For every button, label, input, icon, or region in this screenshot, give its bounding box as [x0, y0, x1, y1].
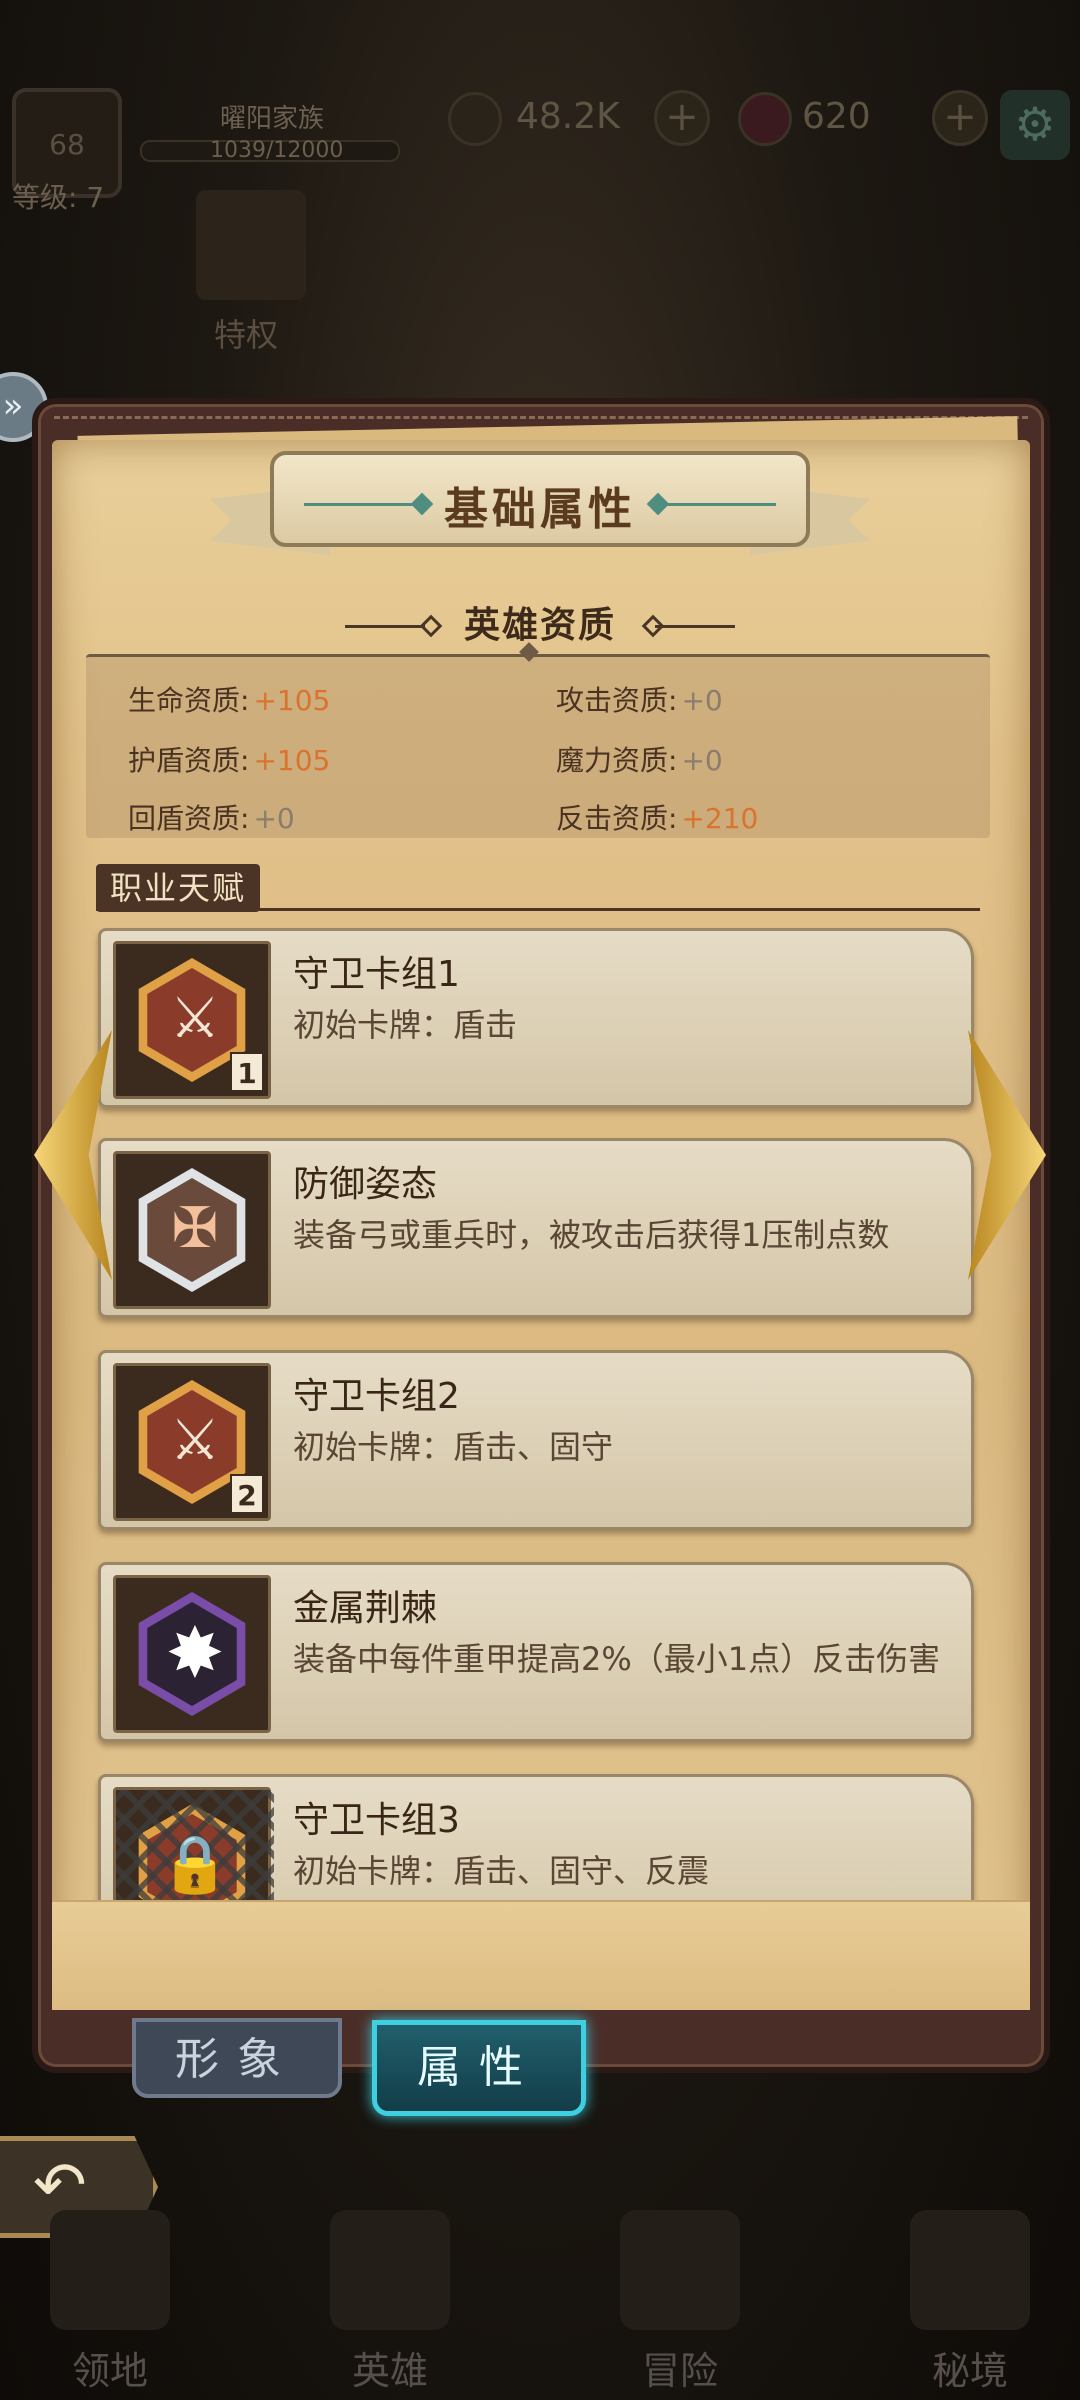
hero-aptitude-header: 英雄资质: [345, 598, 735, 654]
aptitude-shield-regen: 回盾资质: +0: [128, 797, 295, 837]
top-status-bar: 68 曜阳家族 1039/12000 等级: 7 48.2K + 620 + ⚙…: [0, 80, 1080, 354]
nav-label: 冒险: [641, 2349, 718, 2393]
talent-name: 守卫卡组3: [293, 1800, 460, 1841]
locked-chain-icon: 🔒: [113, 1787, 274, 1900]
talent-desc: 初始卡牌：盾击、固守: [293, 1428, 614, 1466]
deck-number-badge: 1: [230, 1052, 264, 1092]
panel-title: 基础属性: [444, 484, 636, 535]
guild-name: 曜阳家族: [220, 104, 325, 134]
gold-coin-icon: [448, 92, 502, 146]
star-glyph: ✸: [165, 1612, 225, 1694]
helmet-icon: [330, 2210, 450, 2330]
aptitude-value: +0: [681, 684, 723, 717]
tab-attributes[interactable]: 属性: [372, 2020, 586, 2116]
padlock-glyph: 🔒: [160, 1832, 230, 1897]
sword-portal-icon: [910, 2210, 1030, 2330]
talent-name: 守卫卡组2: [293, 1376, 460, 1417]
settings-gear-icon[interactable]: ⚙: [1000, 90, 1070, 160]
talent-list[interactable]: ⚔ 1 守卫卡组1 初始卡牌：盾击 ✠ 防御姿态 装备弓或重兵时，被攻击后获得1…: [92, 925, 988, 1900]
add-gems-button[interactable]: +: [932, 90, 988, 146]
aptitude-value: +105: [253, 684, 331, 717]
privilege-label: 特权: [214, 316, 279, 354]
add-gold-button[interactable]: +: [654, 90, 710, 146]
aptitude-label: 护盾资质:: [128, 744, 250, 777]
crossbow-glyph: ✠: [171, 1196, 219, 1261]
nav-label: 领地: [71, 2349, 148, 2393]
aptitude-magic: 魔力资质: +0: [556, 739, 723, 779]
talent-desc: 初始卡牌：盾击、固守、反震: [293, 1852, 710, 1890]
deck-number-badge: 2: [230, 1474, 264, 1514]
exp-text: 1039/12000: [210, 138, 344, 163]
bottom-nav: 领地 英雄 冒险 秘境: [0, 2200, 1080, 2400]
aptitude-label: 魔力资质:: [556, 744, 678, 777]
aptitude-hp: 生命资质: +105: [128, 679, 330, 719]
talent-desc: 初始卡牌：盾击: [293, 1006, 518, 1044]
nav-label: 秘境: [931, 2349, 1008, 2393]
nav-adventure[interactable]: 冒险: [580, 2200, 780, 2400]
title-ribbon: 基础属性: [210, 445, 870, 565]
talent-card[interactable]: ⚔ 2 守卫卡组2 初始卡牌：盾击、固守: [98, 1350, 974, 1530]
talent-card[interactable]: ✸ 金属荆棘 装备中每件重甲提高2%（最小1点）反击伤害: [98, 1562, 974, 1742]
aptitude-value: +0: [253, 802, 295, 835]
spiked-star-icon: ✸: [113, 1575, 271, 1733]
sub-line-left: [345, 625, 425, 628]
sub-line-right: [655, 625, 735, 628]
nav-territory[interactable]: 领地: [10, 2200, 210, 2400]
talent-desc: 装备弓或重兵时，被攻击后获得1压制点数: [293, 1216, 890, 1254]
talent-section-title: 职业天赋: [96, 864, 261, 912]
aptitude-label: 反击资质:: [556, 802, 678, 835]
aptitude-shield: 护盾资质: +105: [128, 739, 330, 779]
talent-desc: 装备中每件重甲提高2%（最小1点）反击伤害: [293, 1640, 941, 1678]
nav-heroes[interactable]: 英雄: [290, 2200, 490, 2400]
aptitude-counter: 反击资质: +210: [556, 797, 758, 837]
crown-icon: [620, 2210, 740, 2330]
aptitude-value: +210: [681, 802, 759, 835]
gem-amount: 620: [802, 96, 871, 137]
aptitude-label: 生命资质:: [128, 684, 250, 717]
paper-bottom-edge: [52, 1900, 1030, 2010]
talent-name: 防御姿态: [293, 1164, 438, 1205]
aptitude-attack: 攻击资质: +0: [556, 679, 723, 719]
axe-crest-icon: ⚔ 1: [113, 941, 271, 1099]
talent-card[interactable]: 🔒 守卫卡组3 初始卡牌：盾击、固守、反震: [98, 1774, 974, 1900]
privilege-icon[interactable]: [196, 190, 306, 300]
castle-icon: [50, 2210, 170, 2330]
gold-amount: 48.2K: [516, 96, 620, 137]
aptitude-value: +0: [681, 744, 723, 777]
crossbow-crest-icon: ✠: [113, 1151, 271, 1309]
gem-icon: [738, 92, 792, 146]
talent-section-divider: [96, 908, 980, 911]
talent-card[interactable]: ✠ 防御姿态 装备弓或重兵时，被攻击后获得1压制点数: [98, 1138, 974, 1318]
nav-label: 英雄: [351, 2349, 428, 2393]
nav-secret-realm[interactable]: 秘境: [870, 2200, 1070, 2400]
axe-crest-icon: ⚔ 2: [113, 1363, 271, 1521]
aptitude-label: 回盾资质:: [128, 802, 250, 835]
tab-look[interactable]: 形象: [132, 2018, 342, 2098]
aptitude-value: +105: [253, 744, 331, 777]
aptitude-label: 攻击资质:: [556, 684, 678, 717]
player-level: 等级: 7: [12, 181, 105, 214]
talent-card[interactable]: ⚔ 1 守卫卡组1 初始卡牌：盾击: [98, 928, 974, 1108]
ribbon-body: 基础属性: [270, 451, 810, 547]
talent-name: 金属荆棘: [293, 1588, 438, 1629]
talent-name: 守卫卡组1: [293, 954, 460, 995]
aptitude-box: 生命资质: +105 攻击资质: +0 护盾资质: +105 魔力资质: +0 回盾资质…: [86, 654, 990, 838]
